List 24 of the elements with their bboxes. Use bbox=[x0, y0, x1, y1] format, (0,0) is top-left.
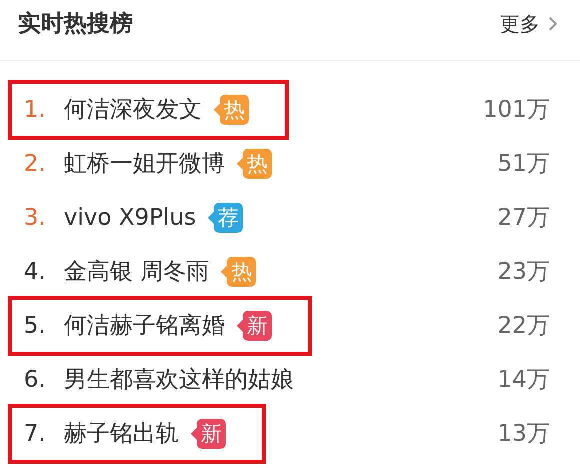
rank-number: 6. bbox=[24, 366, 47, 395]
topic-link[interactable]: 何洁深夜发文 bbox=[64, 92, 202, 128]
search-count: 51万 bbox=[498, 150, 550, 179]
panel-title: 实时热搜榜 bbox=[18, 10, 133, 39]
topic-link[interactable]: 金高银 周冬雨 bbox=[64, 254, 210, 290]
topic-link[interactable]: vivo X9Plus bbox=[64, 200, 196, 236]
search-count: 13万 bbox=[498, 420, 550, 449]
chevron-right-icon bbox=[548, 16, 558, 32]
topic-link[interactable]: 虹桥一姐开微博 bbox=[64, 146, 225, 182]
more-link[interactable]: 更多 bbox=[500, 9, 558, 39]
search-count: 22万 bbox=[498, 312, 550, 341]
topic-link[interactable]: 赫子铭出轨 bbox=[64, 416, 179, 452]
topic-link[interactable]: 何洁赫子铭离婚 bbox=[64, 308, 225, 344]
rank-number: 7. bbox=[24, 420, 47, 449]
rank-number: 3. bbox=[24, 204, 47, 233]
rank-number: 5. bbox=[24, 312, 47, 341]
rank-number: 4. bbox=[24, 258, 47, 287]
search-count: 14万 bbox=[498, 366, 550, 395]
search-count: 101万 bbox=[483, 96, 550, 125]
search-count: 23万 bbox=[498, 258, 550, 287]
rank-number: 1. bbox=[24, 96, 47, 125]
search-count: 27万 bbox=[498, 204, 550, 233]
topic-link[interactable]: 男生都喜欢这样的姑娘 bbox=[64, 362, 294, 398]
rank-number: 2. bbox=[24, 150, 47, 179]
